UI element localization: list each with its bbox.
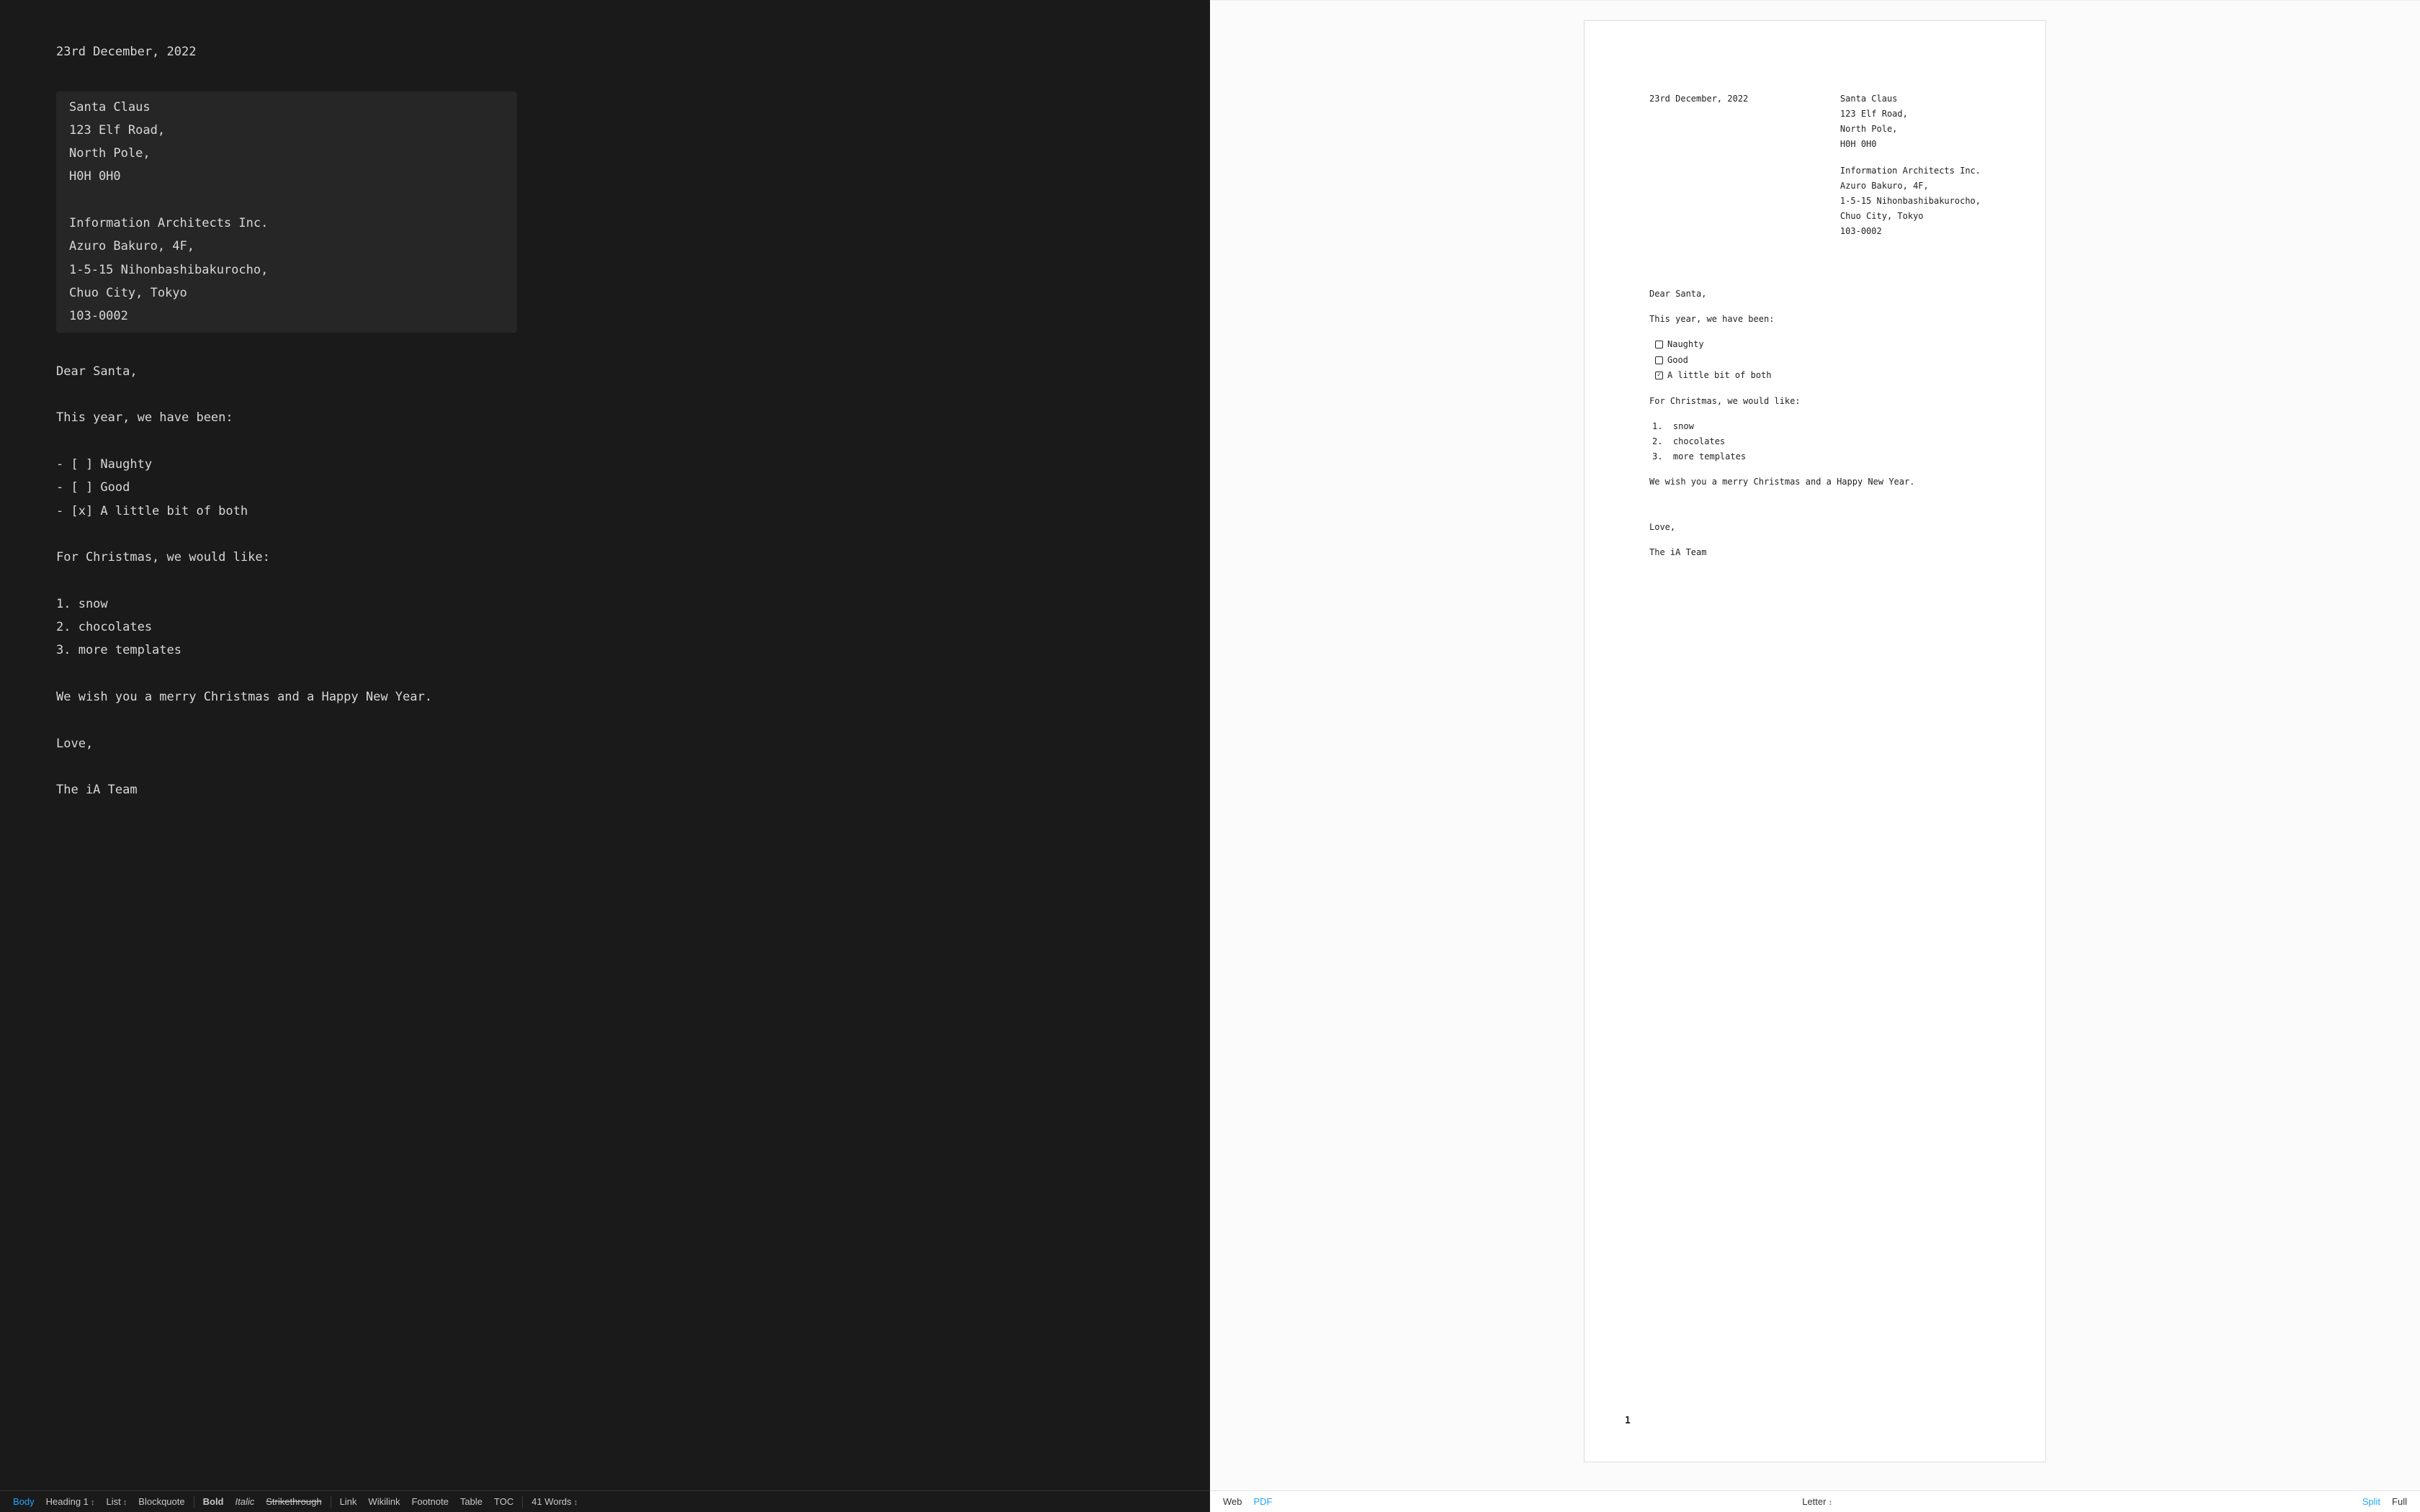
editor-line[interactable]: Love, [56,732,517,755]
preview-mode-pdf-button[interactable]: PDF [1248,1496,1278,1507]
insert-toc-button[interactable]: TOC [488,1496,519,1507]
format-strikethrough-button[interactable]: Strikethrough [260,1496,327,1507]
style-heading-dropdown[interactable]: Heading 1 [40,1496,101,1507]
preview-recipient-address: Santa Claus 123 Elf Road, North Pole, H0… [1840,91,1981,152]
editor-line[interactable]: - [ ] Good [56,476,517,499]
editor-line[interactable]: Chuo City, Tokyo [56,282,517,305]
editor-line[interactable]: Azuro Bakuro, 4F, [56,235,517,258]
word-count-dropdown[interactable]: 41 Words [526,1496,583,1507]
preview-wishlist-intro: For Christmas, we would like: [1649,394,1981,409]
editor-line[interactable]: 1. snow [56,593,517,616]
editor-line[interactable] [56,189,517,212]
preview-intro: This year, we have been: [1649,312,1981,327]
editor-line[interactable]: For Christmas, we would like: [56,546,517,569]
checklist-item: A little bit of both [1655,368,1981,384]
separator [522,1496,523,1508]
editor-line[interactable]: 3. more templates [56,639,517,662]
editor-line[interactable]: - [ ] Naughty [56,453,517,476]
markdown-editor[interactable]: 23rd December, 2022 Santa Claus 123 Elf … [0,0,1210,1490]
page-size-dropdown[interactable]: Letter [1796,1496,1838,1507]
list-item: 2. chocolates [1652,434,1981,449]
editor-line[interactable]: Information Architects Inc. [56,212,517,235]
insert-table-button[interactable]: Table [454,1496,488,1507]
editor-line-date[interactable]: 23rd December, 2022 [56,40,517,63]
preview-page-number: 1 [1625,1413,1631,1430]
editor-line[interactable]: Santa Claus [56,96,517,119]
editor-line[interactable]: 1-5-15 Nihonbashibakurocho, [56,258,517,282]
preview-page: 23rd December, 2022 Santa Claus 123 Elf … [1585,21,2045,1462]
pdf-preview[interactable]: 23rd December, 2022 Santa Claus 123 Elf … [1210,0,2420,1490]
preview-checklist: Naughty Good A little bit of both [1655,337,1981,384]
layout-split-button[interactable]: Split [2357,1496,2386,1507]
list-item: 3. more templates [1652,449,1981,464]
editor-line[interactable]: - [x] A little bit of both [56,500,517,523]
insert-link-button[interactable]: Link [334,1496,363,1507]
style-blockquote-button[interactable]: Blockquote [133,1496,190,1507]
preview-salutation: Dear Santa, [1649,287,1981,302]
preview-closing: We wish you a merry Christmas and a Happ… [1649,474,1981,490]
preview-statusbar: Web PDF Letter Split Full [1210,1490,2420,1512]
editor-line[interactable]: We wish you a merry Christmas and a Happ… [56,685,517,708]
preview-signoff: Love, [1649,520,1981,535]
layout-full-button[interactable]: Full [2386,1496,2413,1507]
checklist-item: Naughty [1655,337,1981,353]
editor-line[interactable]: 2. chocolates [56,616,517,639]
checklist-item: Good [1655,353,1981,369]
editor-line[interactable]: North Pole, [56,142,517,165]
checkbox-checked-icon [1655,372,1663,379]
insert-footnote-button[interactable]: Footnote [405,1496,454,1507]
editor-line[interactable]: Dear Santa, [56,360,517,383]
editor-statusbar: Body Heading 1 List Blockquote Bold Ital… [0,1490,1210,1512]
format-bold-button[interactable]: Bold [197,1496,230,1507]
style-body-button[interactable]: Body [7,1496,40,1507]
format-italic-button[interactable]: Italic [230,1496,261,1507]
preview-date: 23rd December, 2022 [1649,91,1748,239]
editor-line[interactable]: 103-0002 [56,305,517,328]
list-item: 1. snow [1652,419,1981,434]
editor-line[interactable]: 123 Elf Road, [56,119,517,142]
checkbox-empty-icon [1655,341,1663,348]
checkbox-empty-icon [1655,356,1663,364]
editor-address-block[interactable]: Santa Claus 123 Elf Road, North Pole, H0… [56,91,517,333]
preview-signature: The iA Team [1649,545,1981,560]
preview-mode-web-button[interactable]: Web [1217,1496,1248,1507]
editor-line[interactable]: This year, we have been: [56,406,517,429]
editor-line[interactable]: H0H 0H0 [56,165,517,188]
preview-wishlist: 1. snow 2. chocolates 3. more templates [1652,419,1981,464]
insert-wikilink-button[interactable]: Wikilink [362,1496,405,1507]
preview-sender-address: Information Architects Inc. Azuro Bakuro… [1840,163,1981,239]
style-list-dropdown[interactable]: List [100,1496,133,1507]
editor-line[interactable]: The iA Team [56,778,517,801]
